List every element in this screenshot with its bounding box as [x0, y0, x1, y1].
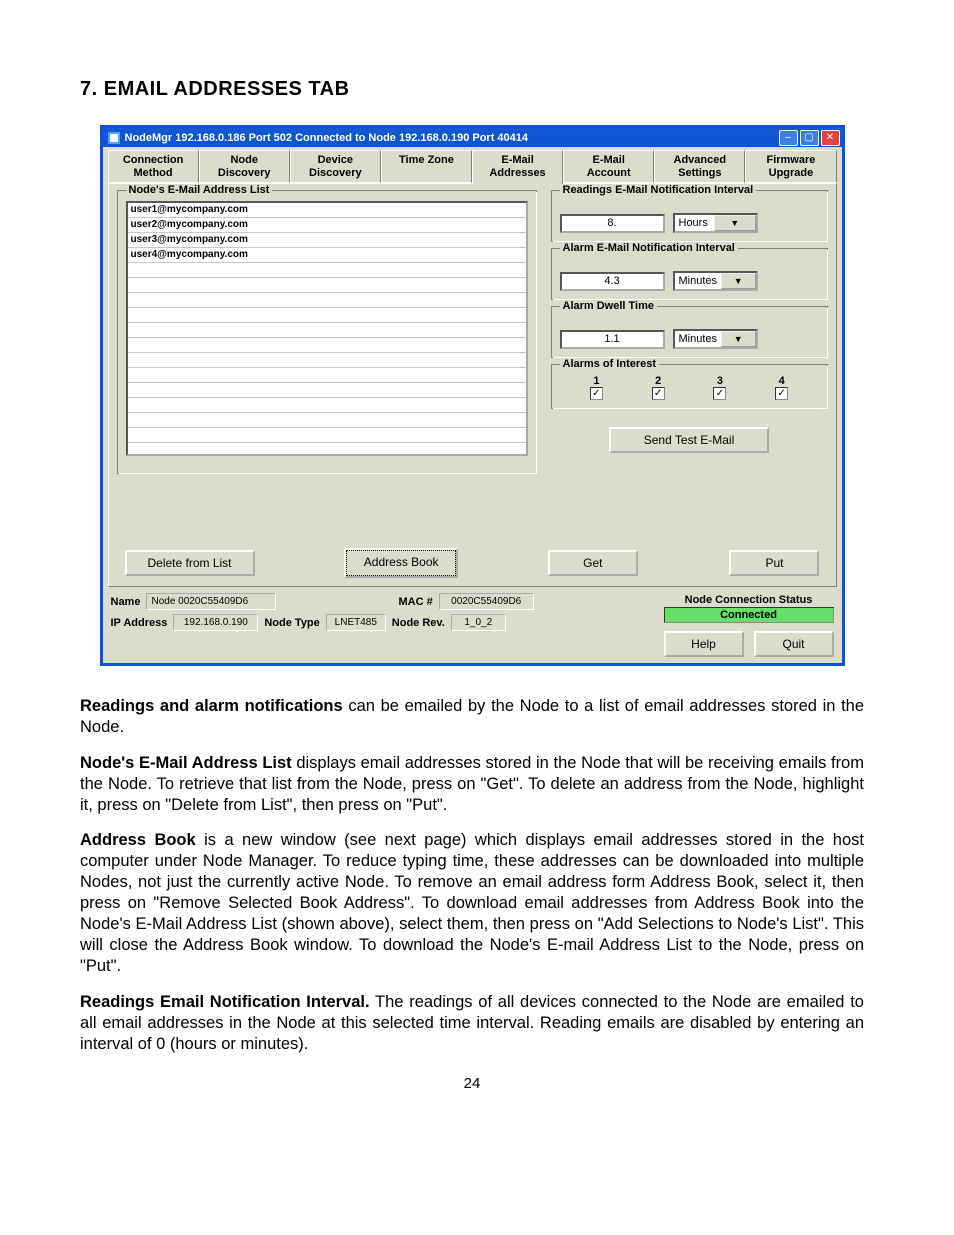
para4-bold: Readings Email Notification Interval.	[80, 993, 370, 1011]
list-item[interactable]	[128, 338, 526, 353]
list-item[interactable]	[128, 413, 526, 428]
chevron-down-icon: ▼	[721, 273, 755, 289]
para3-bold: Address Book	[80, 831, 196, 849]
list-item[interactable]	[128, 443, 526, 456]
list-item[interactable]	[128, 263, 526, 278]
alarm-interval-group: Alarm E-Mail Notification Interval 4.3 M…	[551, 248, 828, 300]
readings-interval-title: Readings E-Mail Notification Interval	[560, 184, 757, 196]
rev-value: 1_0_2	[451, 614, 506, 631]
tab-node-discovery[interactable]: Node Discovery	[199, 150, 290, 183]
conn-status-value: Connected	[664, 607, 834, 623]
alarm-interval-unit[interactable]: Minutes▼	[673, 271, 758, 291]
mac-label: MAC #	[398, 596, 432, 608]
readings-interval-input[interactable]: 8.	[560, 214, 665, 233]
list-item[interactable]: user3@mycompany.com	[128, 233, 526, 248]
quit-button[interactable]: Quit	[754, 631, 834, 657]
app-window: NodeMgr 192.168.0.186 Port 502 Connected…	[100, 125, 845, 666]
list-item[interactable]	[128, 278, 526, 293]
tab-time-zone[interactable]: Time Zone	[381, 150, 472, 183]
para2-bold: Node's E-Mail Address List	[80, 754, 292, 772]
alarms-title: Alarms of Interest	[560, 358, 660, 370]
alarm-check-4[interactable]: ✓	[775, 387, 788, 400]
list-item[interactable]: user1@mycompany.com	[128, 203, 526, 218]
chevron-down-icon: ▼	[714, 215, 756, 231]
alarm-check-1[interactable]: ✓	[590, 387, 603, 400]
mac-value: 0020C55409D6	[439, 593, 534, 610]
chevron-down-icon: ▼	[721, 331, 755, 347]
page-number: 24	[80, 1075, 864, 1092]
document-body: Readings and alarm notifications can be …	[80, 696, 864, 1055]
dwell-group: Alarm Dwell Time 1.1 Minutes▼	[551, 306, 828, 358]
minimize-button[interactable]: –	[779, 130, 798, 146]
list-item[interactable]	[128, 428, 526, 443]
app-icon	[107, 131, 121, 145]
ip-label: IP Address	[111, 617, 168, 629]
tab-connection-method[interactable]: Connection Method	[108, 150, 199, 183]
address-book-button[interactable]: Address Book	[346, 550, 456, 576]
readings-interval-unit[interactable]: Hours▼	[673, 213, 758, 233]
list-item[interactable]	[128, 308, 526, 323]
email-list-group: Node's E-Mail Address List user1@mycompa…	[117, 190, 537, 474]
name-value: Node 0020C55409D6	[146, 593, 276, 610]
dwell-unit[interactable]: Minutes▼	[673, 329, 758, 349]
alarm-check-3[interactable]: ✓	[713, 387, 726, 400]
send-test-button[interactable]: Send Test E-Mail	[609, 427, 769, 453]
tab-firmware-upgrade[interactable]: Firmware Upgrade	[745, 150, 836, 183]
window-titlebar: NodeMgr 192.168.0.186 Port 502 Connected…	[103, 128, 842, 147]
tab-device-discovery[interactable]: Device Discovery	[290, 150, 381, 183]
name-label: Name	[111, 596, 141, 608]
type-value: LNET485	[326, 614, 386, 631]
alarm-interval-title: Alarm E-Mail Notification Interval	[560, 242, 738, 254]
alarm-label-4: 4	[779, 375, 785, 387]
list-item[interactable]	[128, 293, 526, 308]
email-list-title: Node's E-Mail Address List	[126, 184, 273, 196]
alarm-interval-input[interactable]: 4.3	[560, 272, 665, 291]
list-item[interactable]	[128, 398, 526, 413]
tab-email-account[interactable]: E-Mail Account	[563, 150, 654, 183]
put-button[interactable]: Put	[729, 550, 819, 576]
list-item[interactable]	[128, 383, 526, 398]
list-item[interactable]: user4@mycompany.com	[128, 248, 526, 263]
alarms-group: Alarms of Interest 1✓ 2✓ 3✓ 4✓	[551, 364, 828, 409]
tab-advanced-settings[interactable]: Advanced Settings	[654, 150, 745, 183]
help-button[interactable]: Help	[664, 631, 744, 657]
list-item[interactable]	[128, 353, 526, 368]
get-button[interactable]: Get	[548, 550, 638, 576]
alarm-check-2[interactable]: ✓	[652, 387, 665, 400]
type-label: Node Type	[264, 617, 319, 629]
alarm-label-2: 2	[655, 375, 661, 387]
email-listbox[interactable]: user1@mycompany.com user2@mycompany.com …	[126, 201, 528, 456]
conn-status-title: Node Connection Status	[664, 593, 834, 607]
alarm-label-3: 3	[717, 375, 723, 387]
tab-email-addresses[interactable]: E-Mail Addresses	[472, 150, 563, 184]
dwell-title: Alarm Dwell Time	[560, 300, 658, 312]
alarm-label-1: 1	[593, 375, 599, 387]
close-button[interactable]: ✕	[821, 130, 840, 146]
maximize-button[interactable]: ▢	[800, 130, 819, 146]
para1-bold: Readings and alarm notifications	[80, 697, 343, 715]
ip-value: 192.168.0.190	[173, 614, 258, 631]
tab-strip: Connection Method Node Discovery Device …	[108, 150, 837, 183]
rev-label: Node Rev.	[392, 617, 445, 629]
list-item[interactable]	[128, 323, 526, 338]
window-title: NodeMgr 192.168.0.186 Port 502 Connected…	[125, 132, 777, 144]
dwell-input[interactable]: 1.1	[560, 330, 665, 349]
delete-from-list-button[interactable]: Delete from List	[125, 550, 255, 576]
list-item[interactable]: user2@mycompany.com	[128, 218, 526, 233]
section-heading: 7. EMAIL ADDRESSES TAB	[80, 78, 864, 101]
readings-interval-group: Readings E-Mail Notification Interval 8.…	[551, 190, 828, 242]
list-item[interactable]	[128, 368, 526, 383]
para3-text: is a new window (see next page) which di…	[80, 831, 864, 976]
